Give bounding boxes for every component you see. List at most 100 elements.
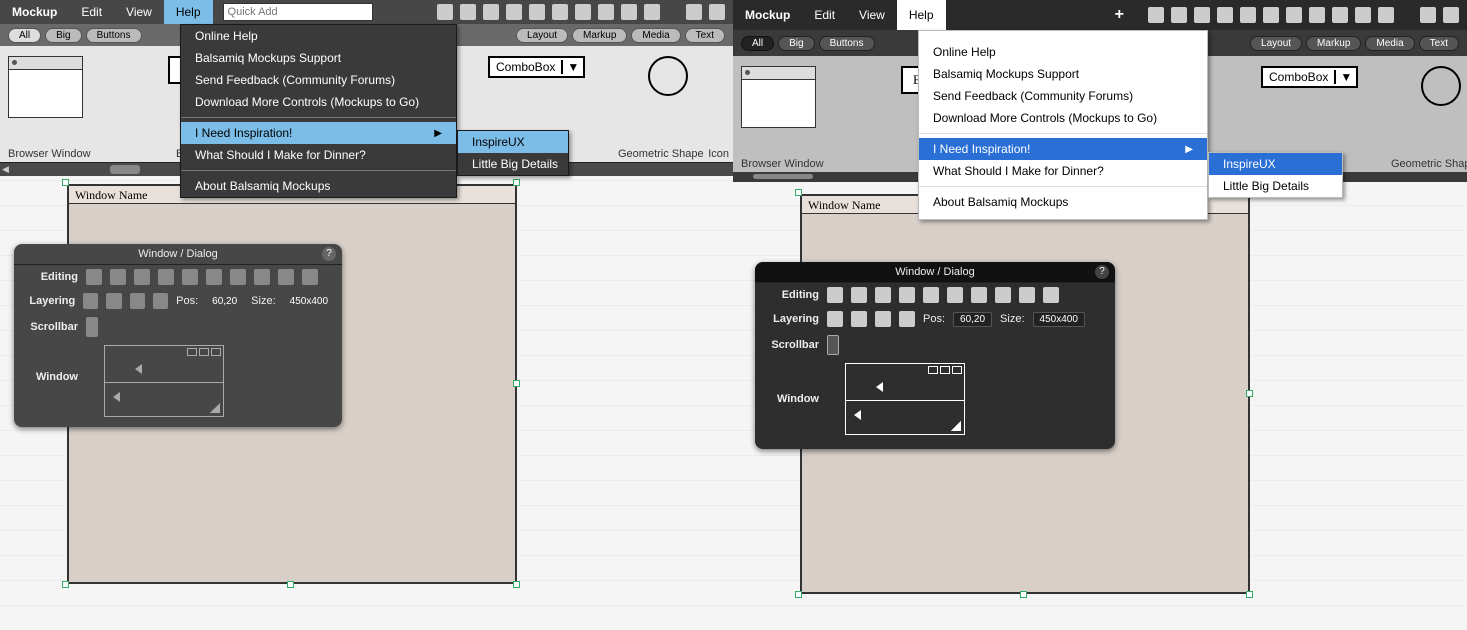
copy-icon[interactable] xyxy=(923,287,939,303)
delete-icon[interactable] xyxy=(552,4,568,20)
scrollbar-thumb[interactable] xyxy=(110,165,140,174)
send-backward-icon[interactable] xyxy=(130,293,145,309)
resize-handle[interactable] xyxy=(795,189,802,196)
expand-icon[interactable] xyxy=(1443,7,1459,23)
pos-value[interactable]: 60,20 xyxy=(953,312,992,327)
duplicate-icon[interactable] xyxy=(1194,7,1210,23)
chevron-left-icon[interactable]: ◀ xyxy=(2,164,9,175)
pill-text[interactable]: Text xyxy=(1419,36,1459,51)
size-value[interactable]: 450x400 xyxy=(284,295,334,308)
copy-icon[interactable] xyxy=(182,269,198,285)
pill-media[interactable]: Media xyxy=(631,28,680,43)
group-icon[interactable] xyxy=(1309,7,1325,23)
redo-icon[interactable] xyxy=(851,287,867,303)
size-value[interactable]: 450x400 xyxy=(1033,312,1085,327)
scrollbar-toggle[interactable] xyxy=(86,317,98,337)
submenu-littlebig[interactable]: Little Big Details xyxy=(1209,175,1342,197)
pill-media[interactable]: Media xyxy=(1365,36,1414,51)
send-back-icon[interactable] xyxy=(899,311,915,327)
resize-handle[interactable] xyxy=(513,179,520,186)
send-back-icon[interactable] xyxy=(153,293,168,309)
library-browser-window[interactable] xyxy=(8,56,83,118)
redo-icon[interactable] xyxy=(1171,7,1187,23)
window-preview[interactable] xyxy=(104,345,224,417)
scrollbar-toggle[interactable] xyxy=(827,335,839,355)
redo-icon[interactable] xyxy=(460,4,476,20)
help-download[interactable]: Download More Controls (Mockups to Go) xyxy=(919,107,1207,129)
pill-markup[interactable]: Markup xyxy=(1306,36,1361,51)
help-online[interactable]: Online Help xyxy=(919,41,1207,63)
help-dinner[interactable]: What Should I Make for Dinner? xyxy=(181,144,456,166)
menu-edit[interactable]: Edit xyxy=(802,3,847,27)
redo-icon[interactable] xyxy=(110,269,126,285)
help-inspiration[interactable]: I Need Inspiration!▶ xyxy=(919,138,1207,160)
bring-forward-icon[interactable] xyxy=(851,311,867,327)
copy-icon[interactable] xyxy=(1240,7,1256,23)
ungroup-icon[interactable] xyxy=(598,4,614,20)
lock-icon[interactable] xyxy=(1043,287,1059,303)
help-dinner[interactable]: What Should I Make for Dinner? xyxy=(919,160,1207,182)
menu-view[interactable]: View xyxy=(114,0,164,24)
undo-icon[interactable] xyxy=(1148,7,1164,23)
paste-icon[interactable] xyxy=(206,269,222,285)
cut-icon[interactable] xyxy=(1217,7,1233,23)
resize-handle[interactable] xyxy=(1020,591,1027,598)
undo-icon[interactable] xyxy=(437,4,453,20)
cut-icon[interactable] xyxy=(899,287,915,303)
library-browser-window[interactable] xyxy=(741,66,816,128)
fullscreen-icon[interactable] xyxy=(1420,7,1436,23)
resize-handle[interactable] xyxy=(287,581,294,588)
send-backward-icon[interactable] xyxy=(875,311,891,327)
submenu-inspireux[interactable]: InspireUX xyxy=(458,131,568,153)
library-geometric-shape[interactable] xyxy=(1421,66,1461,106)
help-icon[interactable]: ? xyxy=(322,247,336,261)
bring-forward-icon[interactable] xyxy=(106,293,121,309)
expand-icon[interactable] xyxy=(709,4,725,20)
lock-icon[interactable] xyxy=(1355,7,1371,23)
resize-handle[interactable] xyxy=(1246,390,1253,397)
fullscreen-icon[interactable] xyxy=(686,4,702,20)
pill-layout[interactable]: Layout xyxy=(1250,36,1302,51)
duplicate-icon[interactable] xyxy=(134,269,150,285)
group-icon[interactable] xyxy=(254,269,270,285)
pill-big[interactable]: Big xyxy=(45,28,81,43)
pill-markup[interactable]: Markup xyxy=(572,28,627,43)
help-feedback[interactable]: Send Feedback (Community Forums) xyxy=(919,85,1207,107)
undo-icon[interactable] xyxy=(86,269,102,285)
resize-handle[interactable] xyxy=(513,581,520,588)
library-combobox[interactable]: ComboBox▼ xyxy=(488,56,585,78)
paste-icon[interactable] xyxy=(1263,7,1279,23)
menu-edit[interactable]: Edit xyxy=(69,0,114,24)
cut-icon[interactable] xyxy=(483,4,499,20)
lock-icon[interactable] xyxy=(302,269,318,285)
resize-handle[interactable] xyxy=(62,581,69,588)
lock-icon[interactable] xyxy=(621,4,637,20)
delete-icon[interactable] xyxy=(971,287,987,303)
resize-handle[interactable] xyxy=(62,179,69,186)
delete-icon[interactable] xyxy=(1286,7,1302,23)
delete-icon[interactable] xyxy=(230,269,246,285)
submenu-littlebig[interactable]: Little Big Details xyxy=(458,153,568,175)
zoom-icon[interactable] xyxy=(1378,7,1394,23)
group-icon[interactable] xyxy=(995,287,1011,303)
bring-front-icon[interactable] xyxy=(83,293,98,309)
help-about[interactable]: About Balsamiq Mockups xyxy=(181,175,456,197)
help-inspiration[interactable]: I Need Inspiration!▶ xyxy=(181,122,456,144)
menu-help[interactable]: Help xyxy=(897,0,946,30)
help-icon[interactable]: ? xyxy=(1095,265,1109,279)
submenu-inspireux[interactable]: InspireUX xyxy=(1209,153,1342,175)
menu-help[interactable]: Help xyxy=(164,0,213,24)
help-download[interactable]: Download More Controls (Mockups to Go) xyxy=(181,91,456,113)
copy-icon[interactable] xyxy=(506,4,522,20)
pill-all[interactable]: All xyxy=(741,36,774,51)
library-combobox[interactable]: ComboBox▼ xyxy=(1261,66,1358,88)
quick-add-input[interactable] xyxy=(223,3,373,21)
pill-all[interactable]: All xyxy=(8,28,41,43)
duplicate-icon[interactable] xyxy=(875,287,891,303)
help-support[interactable]: Balsamiq Mockups Support xyxy=(919,63,1207,85)
help-feedback[interactable]: Send Feedback (Community Forums) xyxy=(181,69,456,91)
menu-mockup[interactable]: Mockup xyxy=(0,0,69,24)
library-geometric-shape[interactable] xyxy=(648,56,688,96)
help-support[interactable]: Balsamiq Mockups Support xyxy=(181,47,456,69)
menu-view[interactable]: View xyxy=(847,3,897,27)
